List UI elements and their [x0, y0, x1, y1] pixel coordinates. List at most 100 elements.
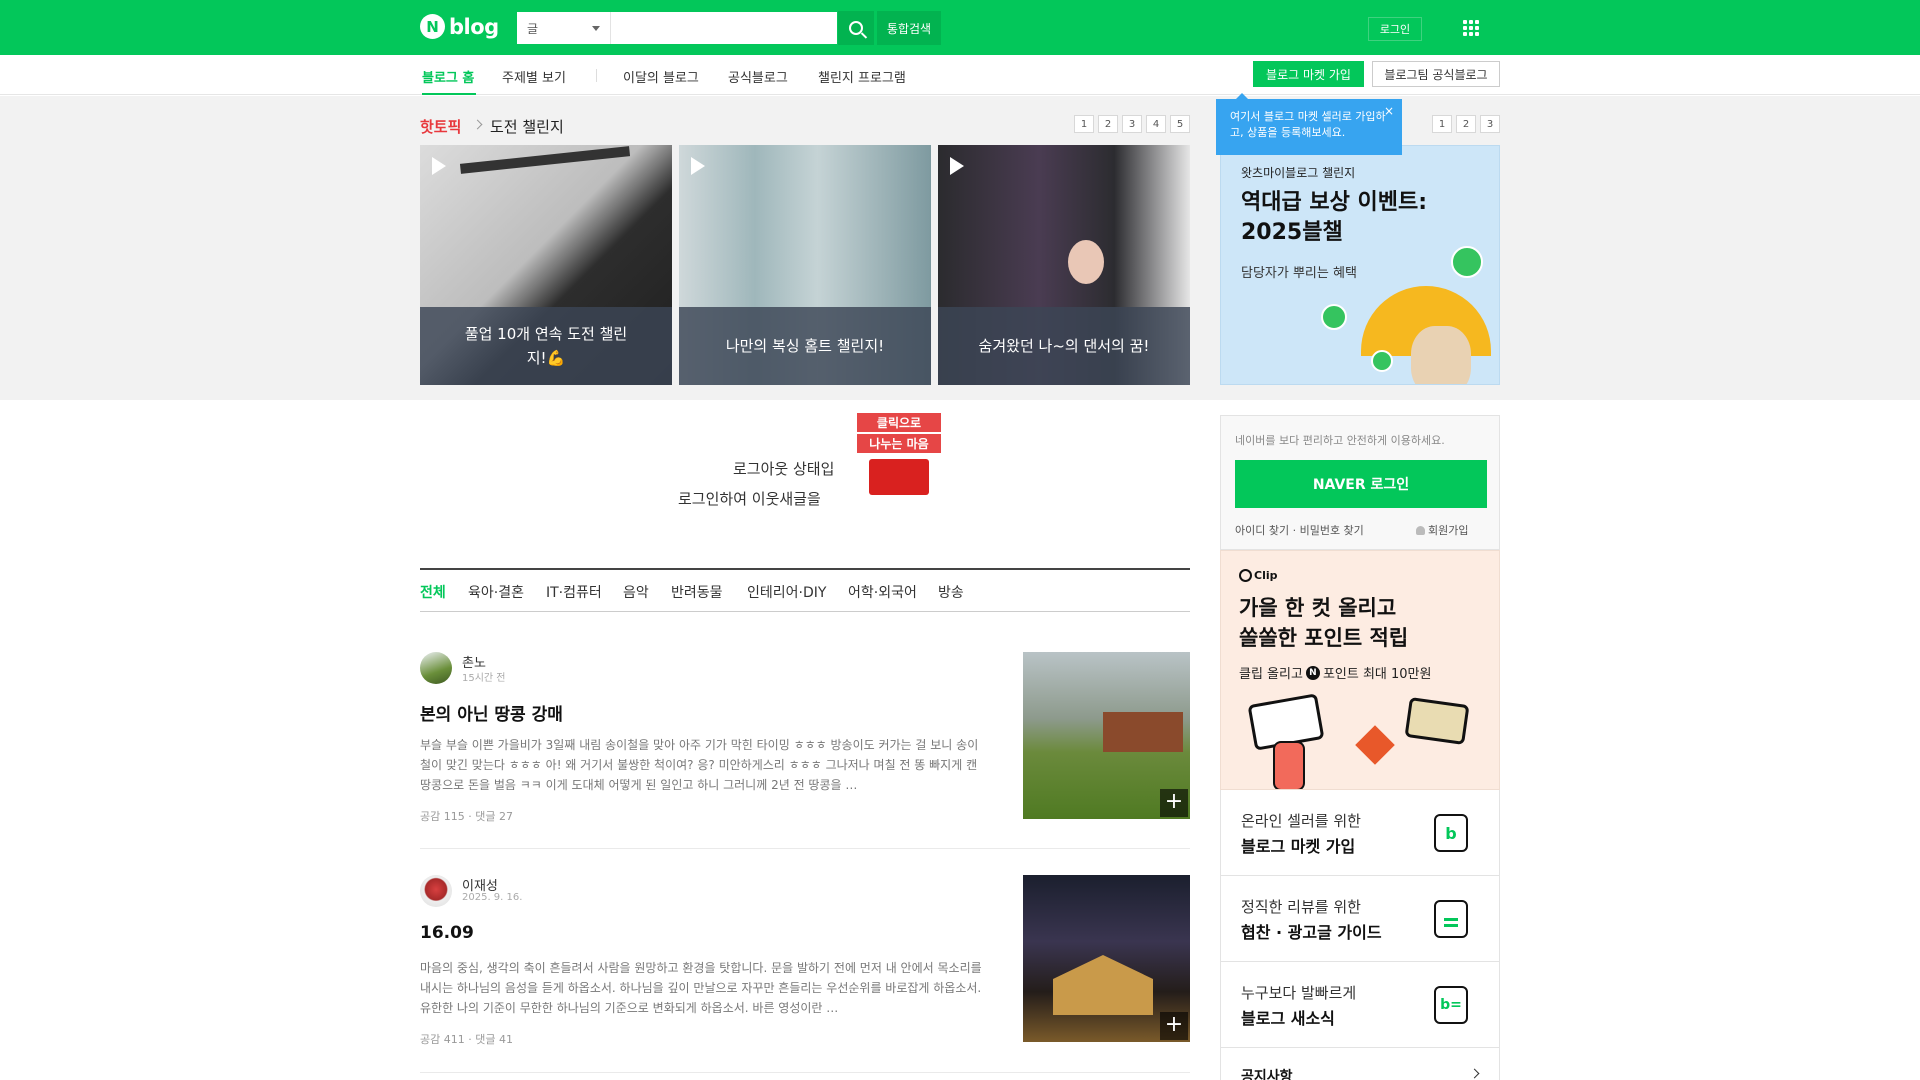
tab-pets[interactable]: 반려동물: [671, 582, 723, 602]
apps-grid-icon[interactable]: [1463, 20, 1479, 36]
blog-team-official-button[interactable]: 블로그팀 공식블로그: [1372, 61, 1500, 87]
tab-broadcast[interactable]: 방송: [938, 582, 964, 602]
play-icon: [691, 157, 705, 175]
logout-status-text: 로그아웃 상태입: [733, 460, 835, 478]
clip-title-line-1: 가을 한 컷 올리고: [1239, 596, 1397, 620]
gift-tag-1: 클릭으로: [857, 413, 941, 432]
post-title[interactable]: 본의 아닌 땅콩 강매: [420, 700, 563, 725]
maple-leaf-icon: [1355, 725, 1395, 765]
clip-logo-text: Clip: [1254, 569, 1278, 582]
naver-blog-logo[interactable]: N blog: [420, 14, 499, 39]
pager-page-2[interactable]: 2: [1456, 115, 1476, 133]
pager-page-3[interactable]: 3: [1122, 115, 1142, 133]
tab-it[interactable]: IT·컴퓨터: [546, 582, 602, 602]
avatar[interactable]: [420, 652, 452, 684]
person-shape: [1068, 240, 1104, 284]
nav-monthly-blog[interactable]: 이달의 블로그: [623, 67, 699, 86]
side-item-line1: 온라인 셀러를 위한: [1241, 812, 1361, 830]
naver-login-button[interactable]: NAVER 로그인: [1235, 460, 1487, 508]
pager-page-2[interactable]: 2: [1098, 115, 1118, 133]
clip-c-icon: [1239, 569, 1252, 582]
post-thumbnail[interactable]: +: [1023, 652, 1190, 819]
naver-point-icon: N: [1305, 665, 1320, 680]
side-item-line2: 협찬 · 광고글 가이드: [1241, 923, 1382, 942]
nav-official-blog[interactable]: 공식블로그: [728, 67, 788, 86]
post-item[interactable]: 촌노 15시간 전 본의 아닌 땅콩 강매 부슬 부슬 이쁜 가을비가 3일째 …: [420, 652, 1190, 872]
document-icon: [1434, 900, 1468, 938]
gift-box-icon: [869, 459, 929, 495]
gift-ad[interactable]: 클릭으로 나누는 마음: [857, 413, 941, 513]
add-icon[interactable]: +: [1160, 789, 1188, 817]
side-item-line2: 블로그 새소식: [1241, 1009, 1335, 1028]
category-tabs: 전체 육아·결혼 IT·컴퓨터 음악 반려동물 인테리어·DIY 어학·외국어 …: [420, 568, 1190, 612]
nav-challenge-program[interactable]: 챌린지 프로그램: [818, 67, 906, 86]
post-time: 2025. 9. 16.: [462, 892, 523, 903]
post-thumbnail[interactable]: +: [1023, 875, 1190, 1042]
clip-ad-banner[interactable]: Clip 가을 한 컷 올리고 쏠쏠한 포인트 적립 클립 올리고 N 포인트 …: [1220, 550, 1500, 790]
search-button[interactable]: [838, 11, 874, 45]
nav-blog-home[interactable]: 블로그 홈: [422, 67, 474, 86]
post-divider: [420, 1072, 1190, 1073]
search-icon: [849, 21, 863, 35]
nav-active-underline: [422, 93, 476, 95]
all-search-button[interactable]: 통합검색: [877, 11, 941, 45]
find-id-password-link[interactable]: 아이디 찾기 · 비밀번호 찾기: [1235, 522, 1364, 538]
login-box-text: 네이버를 보다 편리하고 안전하게 이용하세요.: [1235, 434, 1445, 447]
tab-music[interactable]: 음악: [623, 582, 649, 602]
search-input[interactable]: [611, 12, 837, 44]
avatar[interactable]: [420, 875, 452, 907]
challenge-promo-banner[interactable]: 왓츠마이블로그 챌린지 역대급 보상 이벤트: 2025블챌 담당자가 뿌리는 …: [1220, 145, 1500, 385]
hand-illustration: [1273, 741, 1305, 789]
sign-up-link[interactable]: 회원가입: [1416, 522, 1468, 538]
notice-section[interactable]: 공지사항: [1220, 1048, 1500, 1080]
pager-page-4[interactable]: 4: [1146, 115, 1166, 133]
side-menu-news[interactable]: 누구보다 발빠르게 블로그 새소식 b=: [1220, 962, 1500, 1048]
tab-parenting[interactable]: 육아·결혼: [468, 582, 524, 602]
side-menu-market[interactable]: 온라인 셀러를 위한 블로그 마켓 가입 b: [1220, 790, 1500, 876]
hot-topic-card[interactable]: 나만의 복싱 홈트 챌린지!: [679, 145, 931, 385]
login-button[interactable]: 로그인: [1368, 17, 1422, 41]
post-item[interactable]: 이재성 2025. 9. 16. 16.09 마음의 중심, 생각의 축이 흔들…: [420, 875, 1190, 1080]
naver-pay-coin-icon: [1451, 246, 1483, 278]
naver-pay-coin-icon: [1321, 304, 1347, 330]
add-icon[interactable]: +: [1160, 1012, 1188, 1040]
search-type-select[interactable]: 글: [517, 12, 611, 44]
side-item-line1: 정직한 리뷰를 위한: [1241, 898, 1361, 916]
tab-language[interactable]: 어학·외국어: [848, 582, 917, 602]
card-caption: 풀업 10개 연속 도전 챌린지!💪: [420, 307, 672, 385]
building-shape: [1053, 955, 1153, 1015]
side-item-line1: 누구보다 발빠르게: [1241, 984, 1357, 1002]
hot-topic-label[interactable]: 핫토픽: [420, 116, 461, 137]
promo-pager: 1 2 3: [1432, 115, 1500, 133]
market-tooltip: 여기서 블로그 마켓 셀러로 가입하고, 상품을 등록해보세요. ×: [1216, 93, 1402, 155]
nav-topics[interactable]: 주제별 보기: [502, 67, 566, 86]
hot-topic-card[interactable]: 숨겨왔던 나~의 댄서의 꿈!: [938, 145, 1190, 385]
post-title[interactable]: 16.09: [420, 923, 474, 943]
post-body[interactable]: 부슬 부슬 이쁜 가을비가 3일째 내림 송이철을 맞아 아주 기가 막힌 타이…: [420, 735, 985, 795]
blog-market-join-button[interactable]: 블로그 마켓 가입: [1253, 61, 1364, 87]
pager-page-1[interactable]: 1: [1074, 115, 1094, 133]
tab-all[interactable]: 전체: [420, 582, 446, 602]
top-bar: N blog 글 통합검색 로그인: [0, 0, 1920, 55]
search-type-label: 글: [527, 21, 539, 36]
camera-illustration: [1404, 697, 1470, 745]
post-body[interactable]: 마음의 중심, 생각의 축이 흔들려서 사람을 원망하고 환경을 탓합니다. 문…: [420, 958, 985, 1018]
clip-title-line-2: 쏠쏠한 포인트 적립: [1239, 626, 1409, 650]
clip-ad-title: 가을 한 컷 올리고 쏠쏠한 포인트 적립: [1239, 593, 1408, 653]
pager-page-5[interactable]: 5: [1170, 115, 1190, 133]
person-icon: [1416, 525, 1425, 535]
gift-tag-2: 나누는 마음: [857, 434, 941, 453]
clip-desc-pre: 클립 올리고: [1239, 667, 1303, 682]
shopping-bag-icon: b: [1434, 814, 1468, 852]
side-menu-ad-guide[interactable]: 정직한 리뷰를 위한 협찬 · 광고글 가이드: [1220, 876, 1500, 962]
play-icon: [950, 157, 964, 175]
search-box: 글: [516, 11, 838, 45]
tab-interior[interactable]: 인테리어·DIY: [747, 582, 826, 602]
caret-down-icon: [592, 25, 600, 31]
hot-topic-card[interactable]: 풀업 10개 연속 도전 챌린지!💪: [420, 145, 672, 385]
pager-page-1[interactable]: 1: [1432, 115, 1452, 133]
card-caption: 나만의 복싱 홈트 챌린지!: [679, 307, 931, 385]
close-icon[interactable]: ×: [1384, 103, 1394, 119]
pager-page-3[interactable]: 3: [1480, 115, 1500, 133]
clip-logo: Clip: [1239, 569, 1278, 582]
